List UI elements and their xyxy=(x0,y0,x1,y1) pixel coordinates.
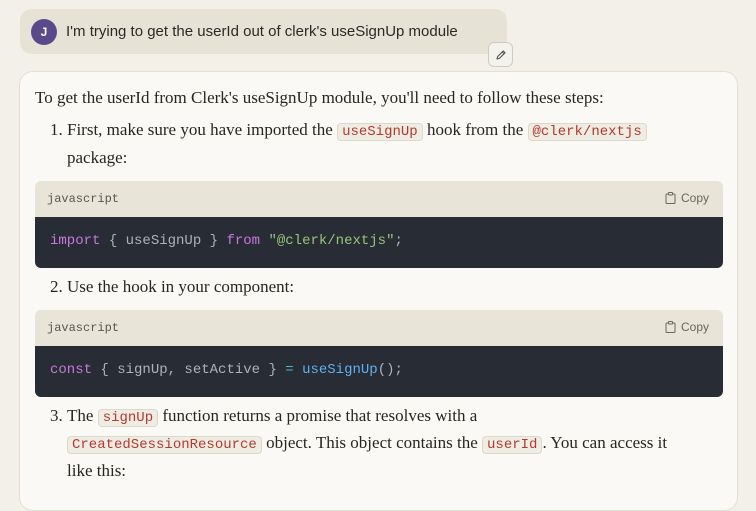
inline-code: useSignUp xyxy=(337,123,423,141)
code-line: const { signUp, setActive } = useSignUp(… xyxy=(50,362,403,378)
clipboard-icon xyxy=(665,321,676,333)
code-line: import { useSignUp } from "@clerk/nextjs… xyxy=(50,233,403,249)
inline-code: signUp xyxy=(97,409,159,427)
code-language: javascript xyxy=(47,321,120,335)
edit-message-button[interactable] xyxy=(488,42,513,67)
code-block: const { signUp, setActive } = useSignUp(… xyxy=(35,346,723,397)
code-block-header: javascript Copy xyxy=(35,310,723,346)
inline-code: userId xyxy=(482,436,543,454)
list-item: 2. Use the hook in your component: xyxy=(50,277,295,296)
code-block: import { useSignUp } from "@clerk/nextjs… xyxy=(35,217,723,268)
user-message: J I'm trying to get the userId out of cl… xyxy=(20,9,507,54)
assistant-intro: To get the userId from Clerk's useSignUp… xyxy=(35,88,604,107)
pencil-icon xyxy=(495,49,506,60)
list-item-continuation: like this: xyxy=(67,461,127,480)
copy-button[interactable]: Copy xyxy=(665,191,709,205)
code-language: javascript xyxy=(47,192,120,206)
inline-code: @clerk/nextjs xyxy=(527,123,647,141)
avatar: J xyxy=(31,18,57,45)
code-block-header: javascript Copy xyxy=(35,181,723,217)
inline-code: CreatedSessionResource xyxy=(67,436,262,454)
list-item: 3. The signUp function returns a promise … xyxy=(50,406,478,427)
clipboard-icon xyxy=(665,192,676,204)
list-item-continuation: CreatedSessionResource object. This obje… xyxy=(50,429,667,457)
list-item-continuation: package: xyxy=(67,148,128,167)
user-message-text: I'm trying to get the userId out of cler… xyxy=(66,23,458,40)
copy-button[interactable]: Copy xyxy=(665,320,709,334)
list-item: 1. First, make sure you have imported the… xyxy=(50,116,647,144)
